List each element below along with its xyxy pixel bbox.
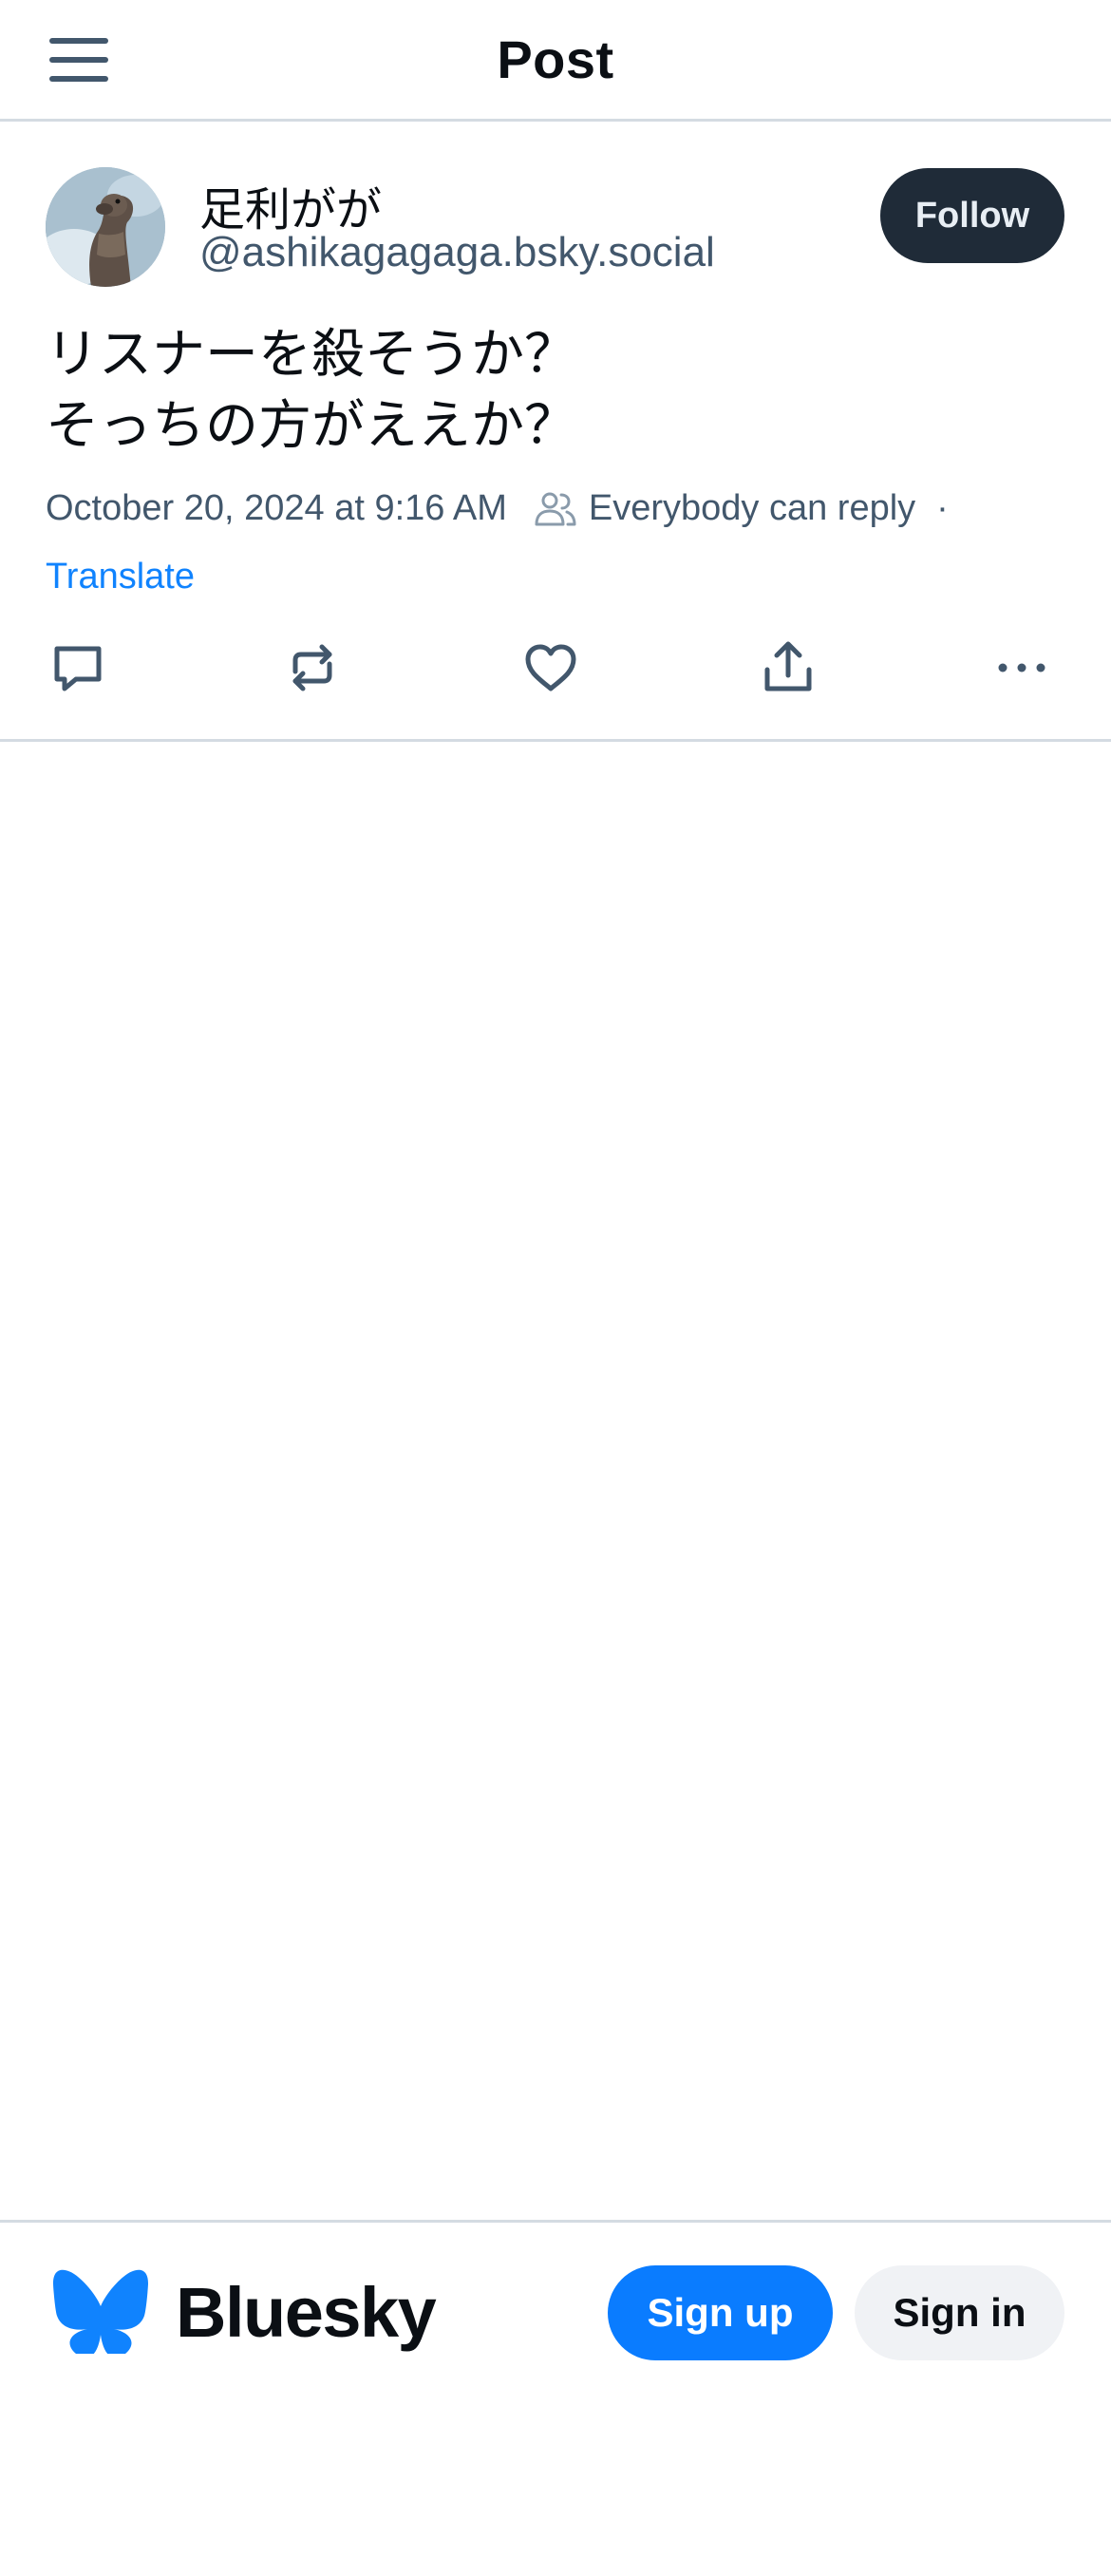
header: Post — [0, 0, 1111, 122]
repost-icon[interactable] — [282, 637, 343, 698]
post-timestamp[interactable]: October 20, 2024 at 9:16 AM — [46, 488, 507, 529]
translate-link[interactable]: Translate — [46, 557, 195, 597]
author-handle[interactable]: @ashikagagaga.bsky.social — [199, 229, 715, 276]
sign-up-button[interactable]: Sign up — [608, 2265, 833, 2360]
page-title: Post — [497, 29, 614, 89]
footer: Bluesky Sign up Sign in — [0, 2220, 1111, 2576]
more-icon[interactable] — [991, 637, 1052, 698]
sign-in-button[interactable]: Sign in — [855, 2265, 1064, 2360]
app: Post 足利がが @ashikagagaga.bsky.social Foll… — [0, 0, 1111, 2576]
reply-setting[interactable]: Everybody can reply — [589, 488, 915, 529]
brand-name: Bluesky — [176, 2273, 437, 2352]
post-actions — [0, 637, 1111, 713]
meta-separator: · — [936, 488, 949, 528]
share-icon[interactable] — [758, 637, 819, 698]
follow-button[interactable]: Follow — [880, 168, 1064, 263]
people-icon — [535, 492, 576, 525]
reply-icon[interactable] — [47, 637, 108, 698]
post-meta: October 20, 2024 at 9:16 AM Everybody ca… — [46, 488, 949, 529]
avatar[interactable] — [46, 167, 165, 287]
like-icon[interactable] — [520, 637, 581, 698]
post: 足利がが @ashikagagaga.bsky.social Follow リス… — [0, 124, 1111, 742]
hamburger-menu-icon[interactable] — [49, 38, 108, 82]
post-text: リスナーを殺そうか？ そっちの方がええか？ — [46, 324, 577, 457]
bluesky-butterfly-icon — [53, 2269, 148, 2354]
